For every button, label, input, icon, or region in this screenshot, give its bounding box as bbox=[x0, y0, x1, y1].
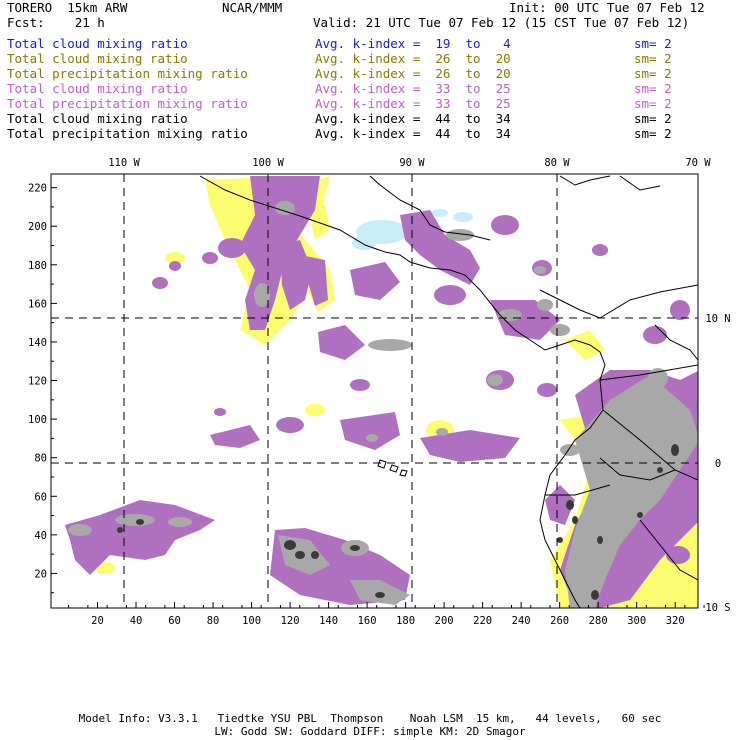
latitude-label: 0 bbox=[715, 458, 721, 470]
y-tick-label: 60 bbox=[34, 491, 47, 503]
latitude-label: 10 S bbox=[705, 602, 730, 614]
y-tick-label: 200 bbox=[28, 221, 47, 233]
x-tick-label: 200 bbox=[435, 615, 454, 627]
y-tick-label: 160 bbox=[28, 298, 47, 310]
longitude-label: 100 W bbox=[252, 157, 284, 169]
map-plot: 20 40 60 80 100 120 140 160 180 200 220 240 260 280 30… bbox=[28, 157, 731, 627]
x-tick-label: 20 bbox=[91, 615, 104, 627]
longitude-label: 90 W bbox=[399, 157, 425, 169]
y-tick-label: 140 bbox=[28, 337, 47, 349]
x-tick-label: 300 bbox=[627, 615, 646, 627]
y-tick-label: 20 bbox=[34, 568, 47, 580]
footer-model-info: Model Info: V3.3.1 Tiedtke YSU PBL Thomp… bbox=[78, 712, 662, 725]
x-tick-label: 160 bbox=[358, 615, 377, 627]
x-tick-label: 100 bbox=[242, 615, 261, 627]
x-tick-label: 320 bbox=[666, 615, 685, 627]
x-tick-label: 260 bbox=[550, 615, 569, 627]
x-tick-label: 280 bbox=[589, 615, 608, 627]
x-tick-label: 80 bbox=[207, 615, 220, 627]
latitude-label: 10 N bbox=[705, 313, 730, 325]
x-tick-label: 120 bbox=[281, 615, 300, 627]
longitude-label: 70 W bbox=[685, 157, 711, 169]
longitude-label: 110 W bbox=[108, 157, 140, 169]
x-tick-label: 220 bbox=[473, 615, 492, 627]
y-tick-label: 220 bbox=[28, 183, 47, 195]
y-tick-label: 180 bbox=[28, 260, 47, 272]
x-tick-label: 180 bbox=[396, 615, 415, 627]
footer-physics: LW: Godd SW: Goddard DIFF: simple KM: 2D… bbox=[214, 725, 526, 738]
x-tick-label: 60 bbox=[168, 615, 181, 627]
x-tick-label: 240 bbox=[512, 615, 531, 627]
y-tick-label: 120 bbox=[28, 376, 47, 388]
x-tick-label: 140 bbox=[319, 615, 338, 627]
y-tick-label: 40 bbox=[34, 530, 47, 542]
x-tick-label: 40 bbox=[130, 615, 143, 627]
y-tick-label: 80 bbox=[34, 453, 47, 465]
y-tick-label: 100 bbox=[28, 414, 47, 426]
longitude-label: 80 W bbox=[544, 157, 570, 169]
